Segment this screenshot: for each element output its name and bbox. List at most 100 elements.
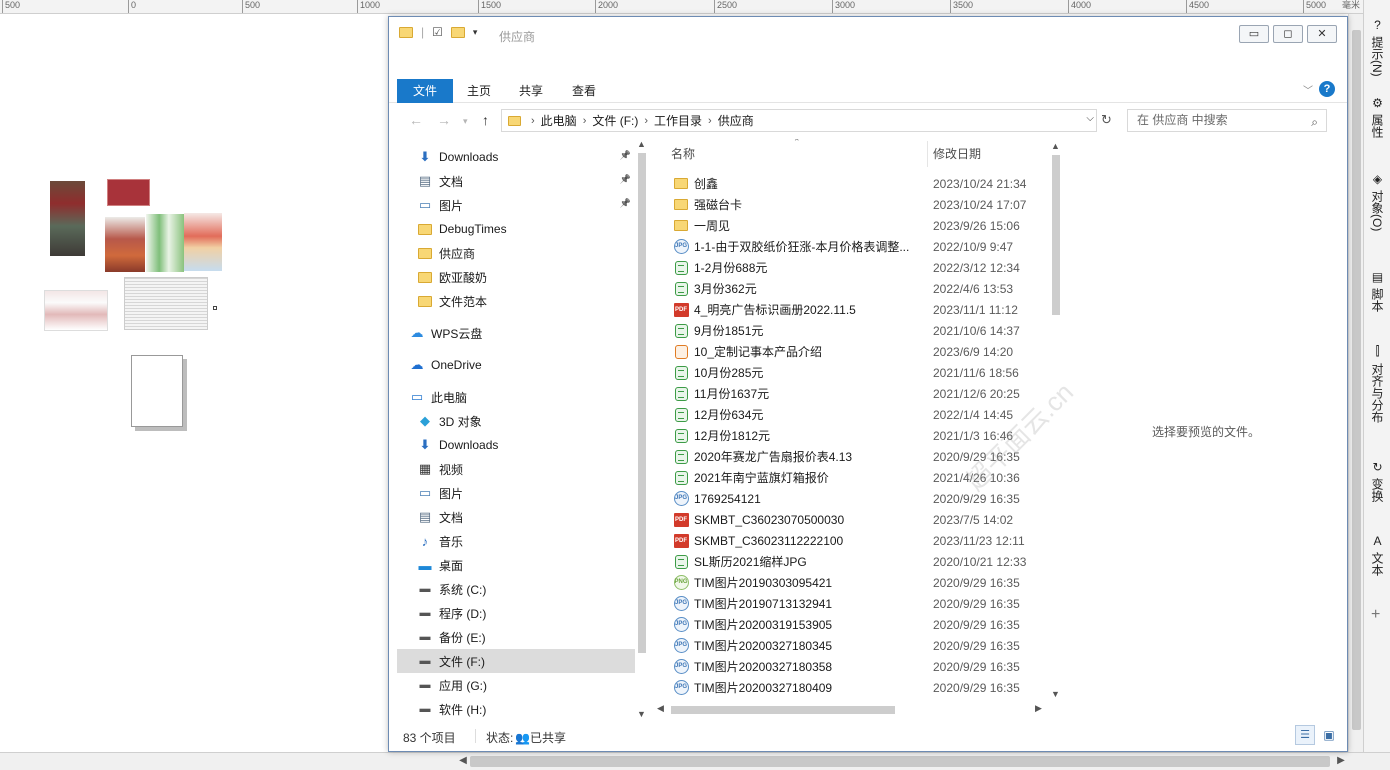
sidebar-item[interactable]: ▭ 图片: [397, 481, 635, 505]
forward-arrow-icon[interactable]: →: [437, 112, 451, 128]
docker-add-button[interactable]: +: [1371, 606, 1380, 624]
canvas-page[interactable]: [131, 355, 183, 427]
scroll-down-arrow-icon[interactable]: ▼: [637, 709, 646, 719]
sidebar-item[interactable]: 欧亚酸奶: [397, 265, 635, 289]
file-row[interactable]: 一周见 2023/9/26 15:06: [665, 215, 1047, 236]
file-row[interactable]: 1-2月份688元 2022/3/12 12:34: [665, 257, 1047, 278]
file-row[interactable]: 12月份1812元 2021/1/3 16:46: [665, 425, 1047, 446]
sidebar-item[interactable]: ▭ 图片 📌: [397, 193, 635, 217]
canvas-flyer-thumbnail[interactable]: [184, 213, 222, 271]
up-arrow-icon[interactable]: ↑: [482, 112, 489, 128]
tab-share[interactable]: 共享: [505, 79, 557, 103]
column-divider[interactable]: [927, 141, 928, 167]
refresh-icon[interactable]: ↻: [1101, 112, 1112, 128]
address-history-chevron-icon[interactable]: ⌵: [1086, 113, 1094, 124]
close-button[interactable]: ✕: [1307, 25, 1337, 43]
docker-tab-script[interactable]: ▤ 脚本: [1366, 266, 1389, 316]
file-row[interactable]: JPG TIM图片20200327180409 2020/9/29 16:35: [665, 677, 1047, 698]
sidebar-item[interactable]: ▤ 文档: [397, 505, 635, 529]
tab-file[interactable]: 文件: [397, 79, 453, 103]
file-row[interactable]: 12月份634元 2022/1/4 14:45: [665, 404, 1047, 425]
file-row[interactable]: 10_定制记事本产品介绍 2023/6/9 14:20: [665, 341, 1047, 362]
help-icon[interactable]: ?: [1319, 81, 1335, 97]
file-row[interactable]: SL斯历2021缩样JPG 2020/10/21 12:33: [665, 551, 1047, 572]
breadcrumb-drive-f[interactable]: 文件 (F:): [586, 112, 644, 129]
title-bar[interactable]: | ☑ ▾ 供应商 ▭ ◻ ✕: [389, 17, 1347, 77]
scroll-right-arrow-icon[interactable]: ▶: [1334, 754, 1348, 768]
file-row[interactable]: PNG TIM图片20190303095421 2020/9/29 16:35: [665, 572, 1047, 593]
details-view-button[interactable]: ☰: [1295, 725, 1315, 745]
canvas-horizontal-scroll-thumb[interactable]: [470, 756, 1330, 767]
file-row[interactable]: JPG 1-1-由于双胶纸价狂涨-本月价格表调整... 2022/10/9 9:47: [665, 236, 1047, 257]
file-row[interactable]: JPG TIM图片20200327180358 2020/9/29 16:35: [665, 656, 1047, 677]
canvas-horizontal-scrollbar[interactable]: ◀ ▶: [0, 752, 1390, 770]
tab-home[interactable]: 主页: [453, 79, 505, 103]
file-row[interactable]: JPG TIM图片20190713132941 2020/9/29 16:35: [665, 593, 1047, 614]
sidebar-item[interactable]: ▬ 备份 (E:): [397, 625, 635, 649]
sidebar-item[interactable]: ▭ 此电脑: [397, 385, 635, 409]
file-row[interactable]: 2020年赛龙广告扇报价表4.13 2020/9/29 16:35: [665, 446, 1047, 467]
file-row[interactable]: PDF SKMBT_C36023112222100 2023/11/23 12:11: [665, 530, 1047, 551]
properties-checkbox-icon[interactable]: ☑: [432, 25, 443, 39]
canvas-banner-thumbnail[interactable]: [107, 179, 150, 206]
minimize-button[interactable]: ▭: [1239, 25, 1269, 43]
sidebar-item[interactable]: 文件范本: [397, 289, 635, 313]
scroll-down-arrow-icon[interactable]: ▼: [1051, 689, 1060, 699]
sidebar-item[interactable]: ▬ 桌面: [397, 553, 635, 577]
column-header-name[interactable]: 名称: [671, 139, 695, 169]
scroll-left-arrow-icon[interactable]: ◀: [657, 703, 664, 714]
expand-ribbon-chevron-icon[interactable]: ﹀: [1303, 82, 1313, 97]
file-row[interactable]: 3月份362元 2022/4/6 13:53: [665, 278, 1047, 299]
breadcrumb-this-pc[interactable]: 此电脑: [535, 112, 583, 129]
sidebar-item[interactable]: ⬇ Downloads: [397, 433, 635, 457]
new-folder-icon[interactable]: [450, 26, 465, 38]
file-row[interactable]: JPG 1769254121 2020/9/29 16:35: [665, 488, 1047, 509]
scroll-up-arrow-icon[interactable]: ▲: [637, 139, 646, 149]
sidebar-item[interactable]: ◆ 3D 对象: [397, 409, 635, 433]
customize-toolbar-chevron-icon[interactable]: ▾: [473, 27, 478, 38]
sidebar-item[interactable]: ▬ 应用 (G:): [397, 673, 635, 697]
sidebar-item[interactable]: ⬇ Downloads 📌: [397, 145, 635, 169]
navigation-scroll-thumb[interactable]: [638, 153, 646, 653]
canvas-pricelist-thumbnail[interactable]: [124, 277, 208, 330]
maximize-button[interactable]: ◻: [1273, 25, 1303, 43]
pin-icon[interactable]: 📌: [620, 150, 631, 161]
sidebar-item[interactable]: ♪ 音乐: [397, 529, 635, 553]
file-list-vertical-scrollbar[interactable]: ▲ ▼: [1049, 141, 1063, 703]
file-row[interactable]: PDF SKMBT_C36023070500030 2023/7/5 14:02: [665, 509, 1047, 530]
canvas-vertical-scrollbar[interactable]: [1348, 14, 1363, 752]
address-bar[interactable]: › 此电脑 › 文件 (F:) › 工作目录 › 供应商 ⌵: [501, 109, 1097, 132]
canvas-table-thumbnail[interactable]: [44, 290, 108, 331]
breadcrumb-supplier[interactable]: 供应商: [712, 112, 760, 129]
canvas-flyer-thumbnail[interactable]: [146, 214, 184, 272]
docker-tab-align[interactable]: ⫿ 对齐与分布: [1366, 340, 1389, 427]
sidebar-item[interactable]: ▬ 系统 (C:): [397, 577, 635, 601]
file-row[interactable]: JPG TIM图片20200327180345 2020/9/29 16:35: [665, 635, 1047, 656]
tab-view[interactable]: 查看: [558, 79, 610, 103]
docker-tab-properties[interactable]: ⚙ 属性: [1366, 92, 1389, 142]
file-list-hscroll-thumb[interactable]: [671, 706, 895, 714]
canvas-flyer-thumbnail[interactable]: [105, 217, 145, 272]
sidebar-item[interactable]: ▬ 文件 (F:): [397, 649, 635, 673]
file-row[interactable]: PDF 4_明亮广告标识画册2022.11.5 2023/11/1 11:12: [665, 299, 1047, 320]
drawing-canvas[interactable]: [0, 14, 388, 754]
sidebar-item[interactable]: ☁ WPS云盘: [397, 321, 635, 345]
docker-tab-transform[interactable]: ↻ 变换: [1366, 456, 1389, 506]
docker-tab-text[interactable]: A 文本: [1366, 530, 1389, 580]
file-row[interactable]: 强磁台卡 2023/10/24 17:07: [665, 194, 1047, 215]
column-header-date[interactable]: 修改日期: [933, 139, 981, 169]
scroll-left-arrow-icon[interactable]: ◀: [456, 754, 470, 768]
canvas-node-handle[interactable]: [213, 306, 217, 310]
file-list-horizontal-scrollbar[interactable]: ◀ ▶: [655, 703, 1047, 717]
docker-tab-objects[interactable]: ◈ 对象(O): [1366, 168, 1389, 235]
search-input[interactable]: 在 供应商 中搜索 ⌕: [1127, 109, 1327, 132]
file-row[interactable]: 11月份1637元 2021/12/6 20:25: [665, 383, 1047, 404]
file-row[interactable]: 创鑫 2023/10/24 21:34: [665, 173, 1047, 194]
navigation-pane-scrollbar[interactable]: ▲ ▼: [635, 139, 649, 723]
file-row[interactable]: 2021年南宁蓝旗灯箱报价 2021/4/26 10:36: [665, 467, 1047, 488]
file-row[interactable]: JPG TIM图片20200319153905 2020/9/29 16:35: [665, 614, 1047, 635]
docker-tab-hints[interactable]: ? 提示(N): [1366, 14, 1389, 81]
pin-icon[interactable]: 📌: [620, 174, 631, 185]
sidebar-item[interactable]: ▬ 软件 (H:): [397, 697, 635, 721]
sidebar-item[interactable]: ▤ 文档 📌: [397, 169, 635, 193]
